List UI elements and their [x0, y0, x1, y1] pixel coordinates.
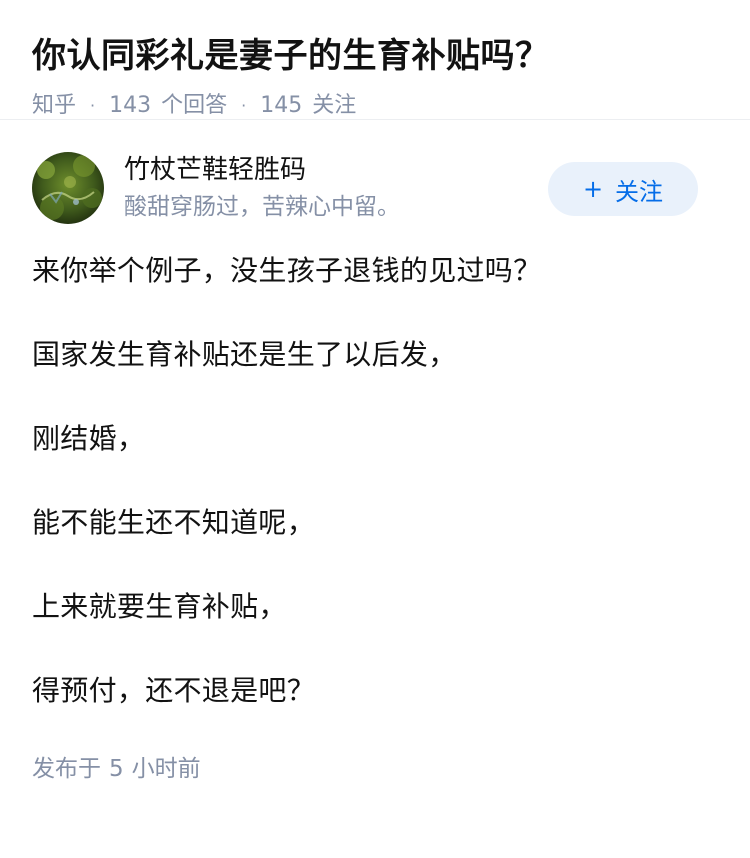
answer-paragraph: 国家发生育补贴还是生了以后发，	[32, 338, 457, 371]
follow-button-label: 关注	[615, 177, 664, 206]
publish-time: 发布于 5 小时前	[32, 752, 718, 786]
follower-count: 145	[260, 93, 303, 118]
separator-dot: ·	[90, 96, 96, 115]
answer-paragraph: 得预付，还不退是吧？	[32, 674, 316, 707]
publish-prefix: 发布于	[32, 756, 101, 782]
author-row: 竹杖芒鞋轻胜码 酸甜穿肠过，苦辣心中留。 + 关注	[32, 152, 718, 224]
publish-number: 5	[109, 756, 124, 782]
follow-button[interactable]: + 关注	[548, 162, 698, 216]
answer-count-label: 个回答	[161, 93, 228, 118]
answer-paragraph: 刚结婚，	[32, 422, 146, 455]
plus-icon: +	[582, 175, 604, 203]
answer-card: 竹杖芒鞋轻胜码 酸甜穿肠过，苦辣心中留。 + 关注 来你举个例子，没生孩子退钱的…	[0, 152, 750, 786]
question-meta: 知乎 · 143 个回答 · 145 关注	[32, 90, 718, 122]
question-title[interactable]: 你认同彩礼是妻子的生育补贴吗？	[32, 30, 718, 82]
answer-paragraph: 上来就要生育补贴，	[32, 590, 287, 623]
follower-count-label: 关注	[312, 93, 357, 118]
publish-unit: 小时前	[131, 756, 201, 782]
avatar-image-icon	[32, 152, 104, 224]
question-header: 你认同彩礼是妻子的生育补贴吗？ 知乎 · 143 个回答 · 145 关注	[0, 0, 750, 120]
source-label[interactable]: 知乎	[32, 90, 76, 122]
answer-paragraph: 能不能生还不知道呢，	[32, 506, 316, 539]
answer-body: 来你举个例子，没生孩子退钱的见过吗？ 国家发生育补贴还是生了以后发， 刚结婚， …	[32, 250, 718, 712]
answer-paragraph: 来你举个例子，没生孩子退钱的见过吗？	[32, 254, 542, 287]
answer-count: 143	[109, 93, 152, 118]
avatar[interactable]	[32, 152, 104, 224]
separator-dot: ·	[241, 96, 247, 115]
